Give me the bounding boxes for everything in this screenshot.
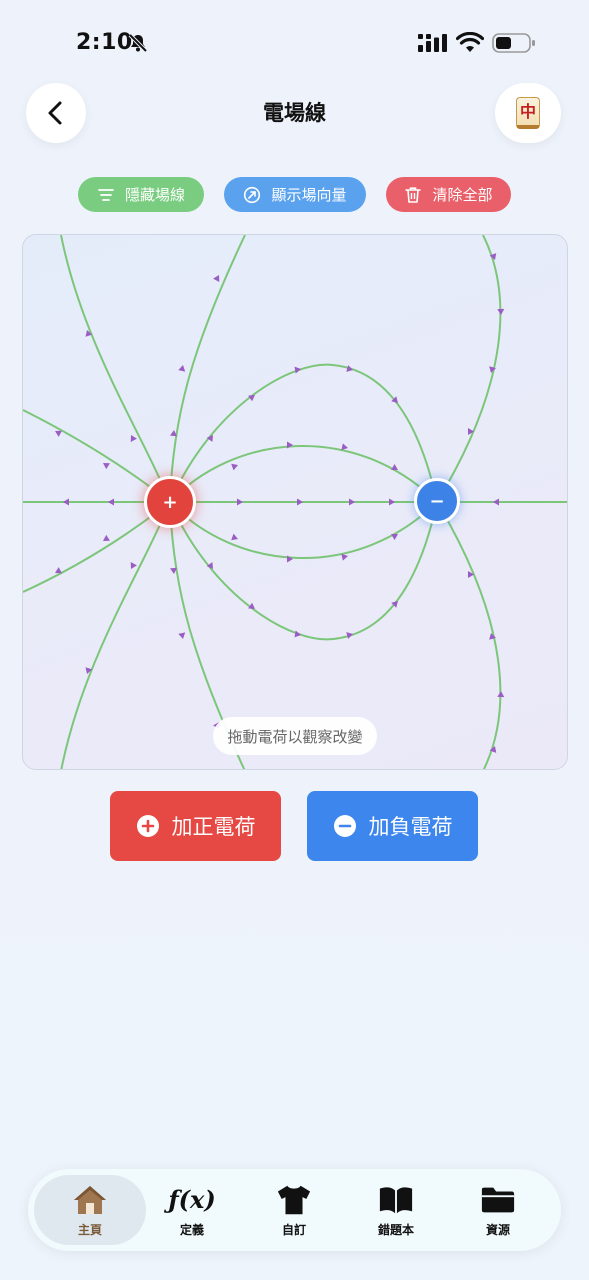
field-arrow: [389, 498, 395, 506]
field-arrow: [237, 498, 243, 506]
field-arrow: [231, 463, 238, 471]
mahjong-tile-icon: 中: [516, 97, 540, 129]
add-positive-charge-button[interactable]: 加正電荷: [110, 791, 281, 861]
nav-item-label: 主頁: [77, 1222, 102, 1237]
negative-charge[interactable]: −: [414, 478, 460, 524]
wifi-icon: [456, 32, 484, 52]
field-canvas[interactable]: + − 拖動電荷以觀察改變: [22, 234, 568, 770]
field-arrow: [287, 441, 293, 449]
field-lines: [23, 235, 567, 769]
nav-item-label: 定義: [179, 1222, 204, 1237]
function-icon: ƒ(x): [168, 1185, 216, 1214]
status-bar: 2:10: [0, 0, 589, 90]
bottom-nav: 主頁 ƒ(x) 定義 自訂 錯題本 資源: [28, 1169, 561, 1251]
field-arrow: [103, 463, 110, 470]
field-arrow: [349, 498, 355, 506]
field-arrow: [497, 691, 505, 698]
field-arrow: [287, 555, 293, 563]
field-line: [169, 444, 438, 503]
field-arrow: [497, 308, 505, 315]
nav-item-resources[interactable]: 資源: [448, 1175, 548, 1245]
bell-slash-icon: [128, 33, 148, 53]
field-arrow: [63, 498, 69, 506]
field-arrow: [130, 435, 137, 442]
show-field-vectors-label: 顯示場向量: [271, 186, 347, 204]
field-arrow: [130, 562, 137, 569]
field-arrow: [108, 498, 114, 506]
nav-item-home[interactable]: 主頁: [34, 1175, 146, 1245]
hide-field-lines-label: 隱藏場線: [124, 186, 185, 204]
add-negative-charge-label: 加負電荷: [368, 815, 453, 839]
field-arrow: [297, 498, 303, 506]
field-arrow: [493, 498, 499, 506]
clear-all-label: 清除全部: [432, 186, 493, 204]
show-field-vectors-button[interactable]: 顯示場向量: [224, 177, 366, 212]
field-arrow: [213, 275, 220, 282]
minus-circle-icon: [333, 815, 356, 837]
nav-item-label: 自訂: [281, 1222, 306, 1237]
home-icon: [72, 1183, 108, 1217]
nav-item-mistakes[interactable]: 錯題本: [346, 1175, 446, 1245]
clear-all-button[interactable]: 清除全部: [386, 177, 511, 212]
hide-field-lines-button[interactable]: 隱藏場線: [78, 177, 204, 212]
status-time: 2:10: [76, 30, 133, 55]
add-positive-charge-label: 加正電荷: [171, 815, 256, 839]
field-arrow: [178, 632, 186, 639]
mahjong-button[interactable]: 中: [495, 83, 561, 143]
lines-icon: [98, 188, 114, 201]
book-icon: [378, 1183, 414, 1217]
folder-icon: [480, 1183, 516, 1217]
nav-item-label: 資源: [485, 1222, 510, 1237]
arrow-circle-icon: [244, 186, 261, 203]
field-arrow: [178, 365, 186, 372]
add-negative-charge-button[interactable]: 加負電荷: [307, 791, 478, 861]
field-line: [169, 501, 438, 641]
field-line: [169, 363, 438, 503]
plus-circle-icon: [136, 815, 159, 837]
battery-icon: [492, 33, 535, 53]
trash-icon: [405, 186, 422, 203]
field-arrow: [231, 533, 238, 541]
positive-charge[interactable]: +: [144, 476, 196, 528]
tshirt-icon: [276, 1183, 312, 1217]
nav-item-custom[interactable]: 自訂: [244, 1175, 344, 1245]
field-arrow: [103, 534, 110, 541]
nav-item-definitions[interactable]: ƒ(x) 定義: [142, 1175, 242, 1245]
nav-item-label: 錯題本: [377, 1222, 414, 1237]
signal-icon: [418, 34, 447, 52]
drag-hint: 拖動電荷以觀察改變: [213, 717, 377, 755]
field-line: [169, 501, 438, 560]
